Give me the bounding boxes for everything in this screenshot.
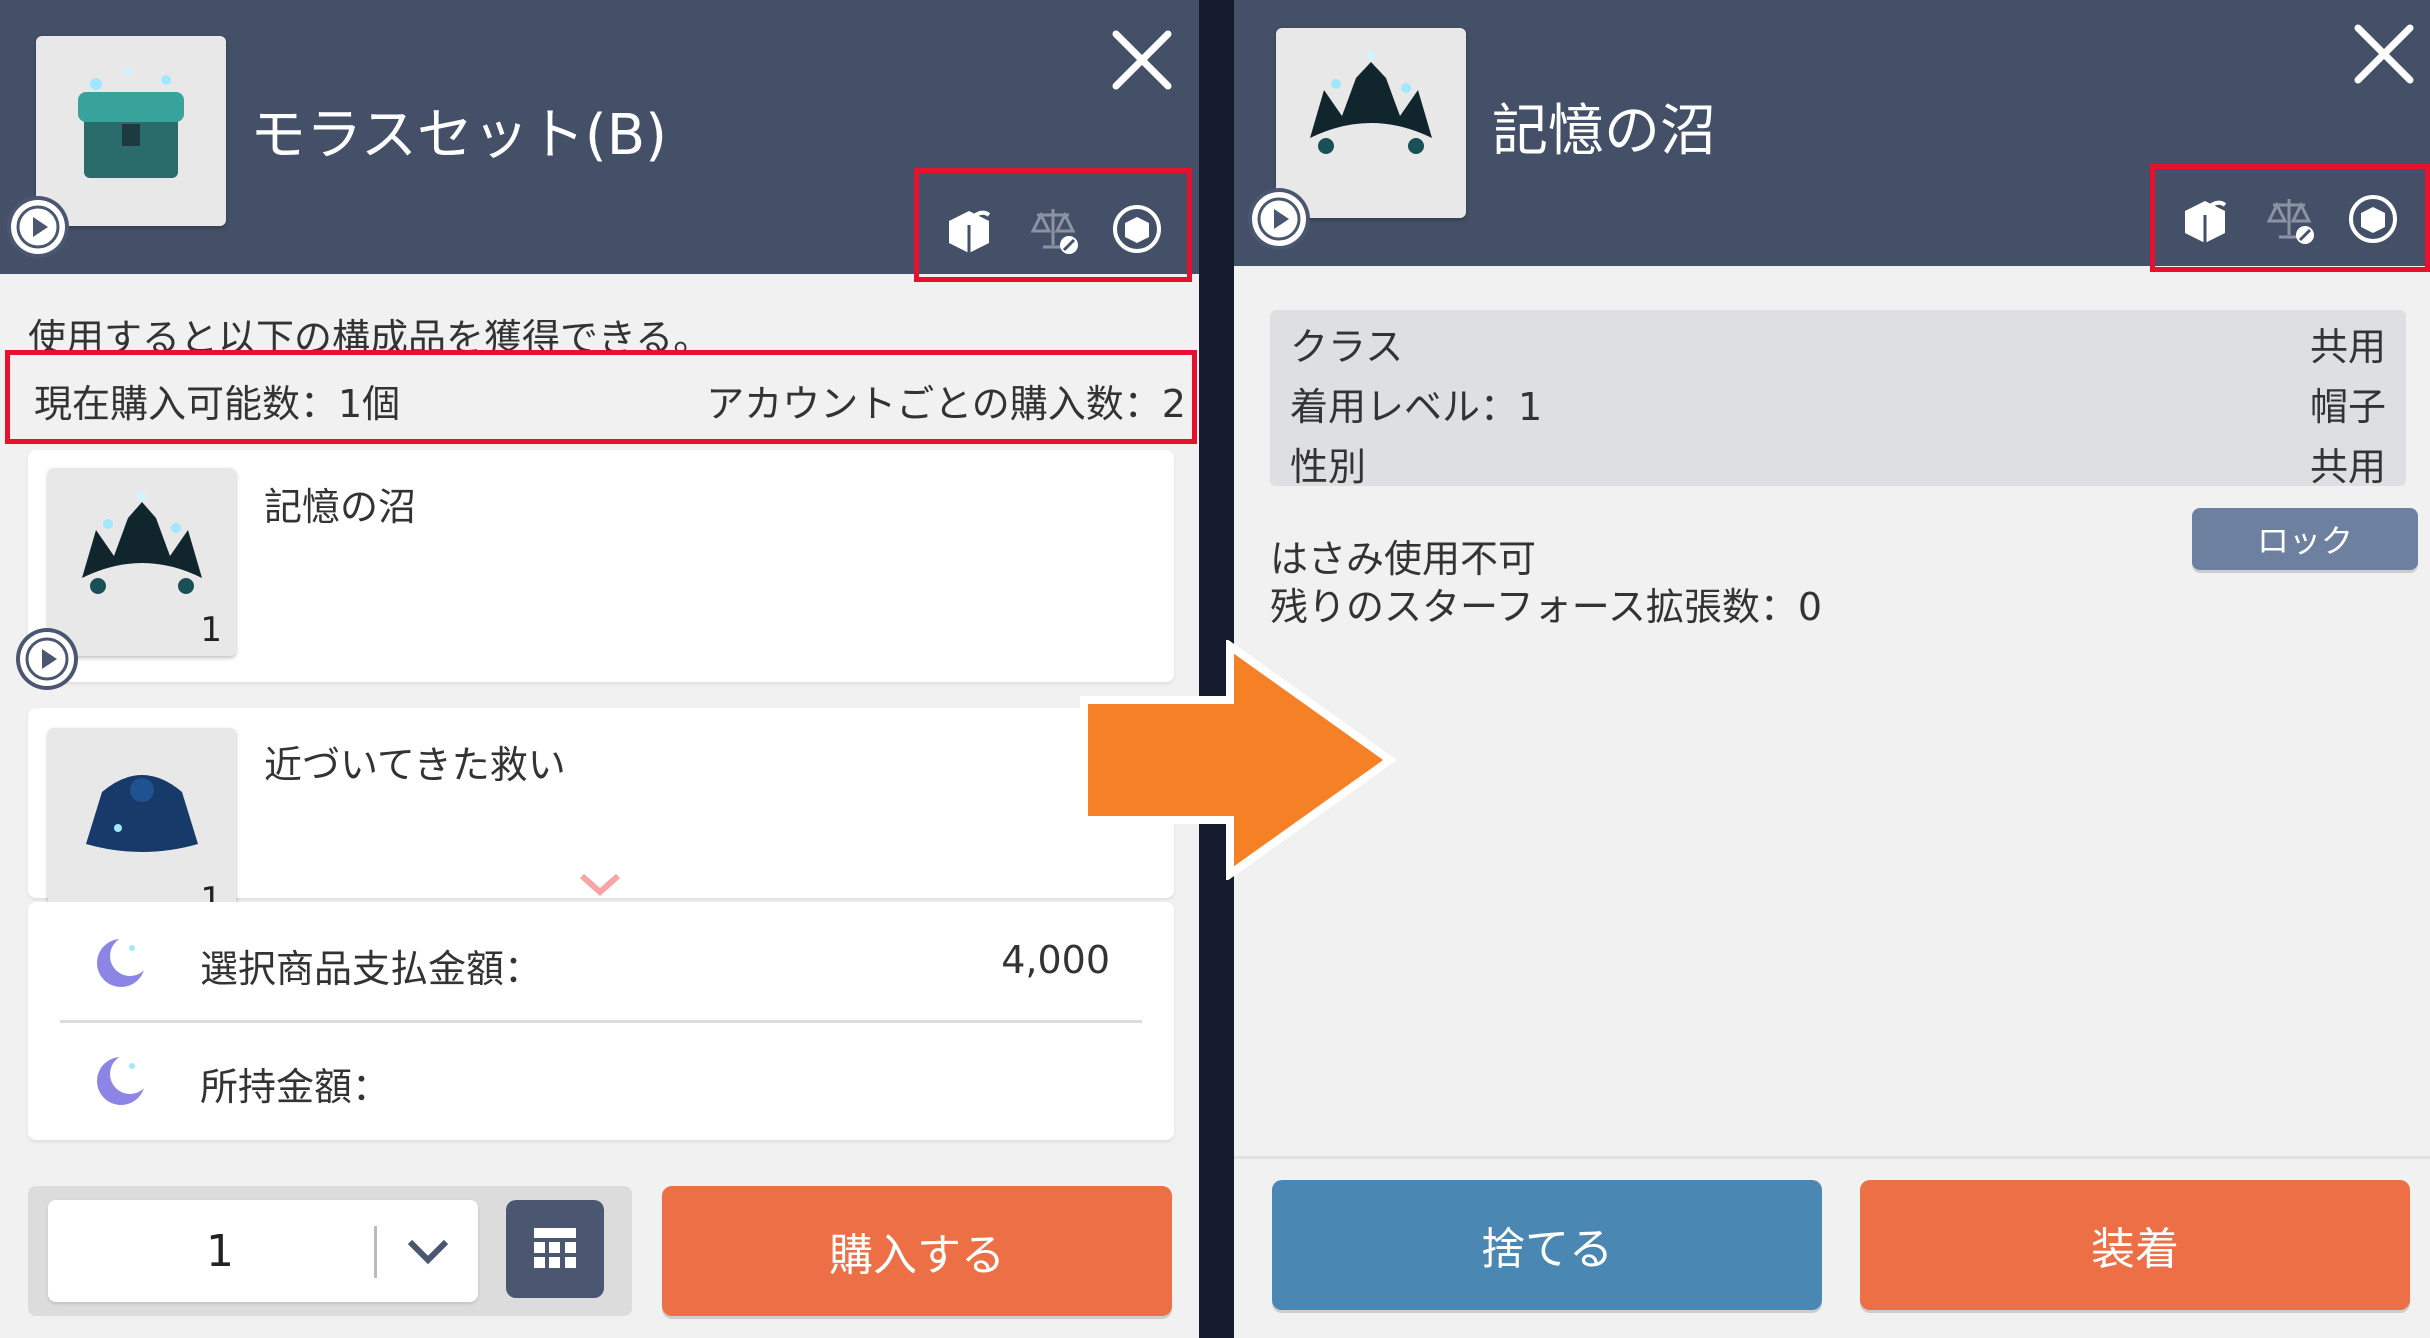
arrow-right-icon	[1080, 640, 1397, 880]
set-detail-panel: モラスセット(B) 使用すると以下の構成品を獲得できる。 現在購入可能数：1個 …	[0, 0, 1199, 1338]
calculator-icon	[534, 1228, 576, 1268]
scissors-note: はさみ使用不可	[1270, 537, 1537, 581]
discard-button[interactable]: 捨てる	[1272, 1180, 1822, 1310]
item-name: 記憶の沼	[264, 485, 417, 529]
stat-label: 性別	[1290, 445, 1367, 489]
chevron-down-icon[interactable]	[406, 1238, 450, 1266]
set-description: 使用すると以下の構成品を獲得できる。	[28, 316, 712, 350]
stat-value: 共用	[2309, 445, 2386, 489]
item-thumbnail: 1	[48, 728, 236, 920]
scale-block-icon[interactable]	[2263, 191, 2319, 247]
item-action-icons-highlight	[2150, 164, 2430, 272]
item-name: 近づいてきた救い	[264, 743, 566, 787]
treasure-chest-icon	[78, 68, 184, 178]
play-icon[interactable]	[11, 200, 65, 254]
stat-value: 帽子	[2309, 385, 2386, 429]
moon-coin-icon	[97, 1054, 150, 1105]
payment-summary: 選択商品支払金額： 4,000 所持金額：	[28, 902, 1174, 1140]
starforce-note: 残りのスターフォース拡張数：0	[1270, 585, 1822, 629]
item-detail-panel: 記憶の沼 クラス 共用 着用レベル：1 帽子 性別 共用 ロック はさみ使用不可…	[1234, 0, 2430, 1338]
buy-button[interactable]: 購入する	[662, 1186, 1172, 1316]
quantity-value: 1	[206, 1226, 234, 1277]
set-thumbnail	[36, 36, 226, 226]
payment-value: 4,000	[1001, 938, 1110, 982]
stat-label: クラス	[1290, 325, 1404, 369]
close-icon[interactable]	[2354, 24, 2414, 84]
equip-button[interactable]: 装着	[1860, 1180, 2410, 1310]
lock-button[interactable]: ロック	[2192, 508, 2418, 570]
divider	[374, 1226, 377, 1278]
purchase-limit-account: アカウントごとの購入数：2	[706, 382, 1186, 426]
box-transfer-icon[interactable]	[941, 201, 997, 257]
box-refresh-icon[interactable]	[2345, 191, 2401, 247]
purchase-limit-highlight: 現在購入可能数：1個 アカウントごとの購入数：2	[5, 350, 1197, 444]
set-header: モラスセット(B)	[0, 0, 1199, 282]
chevron-down-icon[interactable]	[578, 872, 622, 898]
set-title: モラスセット(B)	[250, 103, 667, 168]
list-item[interactable]: 1 記憶の沼	[28, 450, 1174, 682]
scale-block-icon[interactable]	[1027, 201, 1083, 257]
play-icon[interactable]	[20, 632, 74, 686]
owned-label: 所持金額：	[200, 1065, 391, 1109]
stat-value: 共用	[2309, 325, 2386, 369]
moon-coin-icon	[97, 936, 150, 987]
payment-label: 選択商品支払金額：	[200, 947, 543, 991]
item-stats: クラス 共用 着用レベル：1 帽子 性別 共用	[1270, 310, 2406, 489]
play-icon[interactable]	[1252, 192, 1306, 246]
quantity-stepper[interactable]: 1	[48, 1200, 478, 1302]
divider	[60, 1020, 1142, 1023]
purchase-limit-current: 現在購入可能数：1個	[34, 382, 401, 426]
clothing-icon	[86, 775, 198, 852]
item-action-icons-highlight	[914, 168, 1192, 282]
bottom-bar-divider	[1234, 1156, 2430, 1159]
box-transfer-icon[interactable]	[2177, 191, 2233, 247]
list-item[interactable]: 1 近づいてきた救い	[28, 708, 1174, 920]
item-thumbnail	[1276, 28, 1466, 218]
close-icon[interactable]	[1112, 30, 1172, 90]
item-count: 1	[200, 610, 222, 650]
item-thumbnail: 1	[48, 468, 236, 656]
item-title: 記憶の沼	[1492, 99, 1716, 164]
box-refresh-icon[interactable]	[1109, 201, 1165, 257]
item-header: 記憶の沼	[1234, 0, 2430, 272]
calculator-button[interactable]	[506, 1200, 604, 1298]
stat-label: 着用レベル：1	[1290, 385, 1543, 429]
crown-icon	[1310, 52, 1432, 154]
